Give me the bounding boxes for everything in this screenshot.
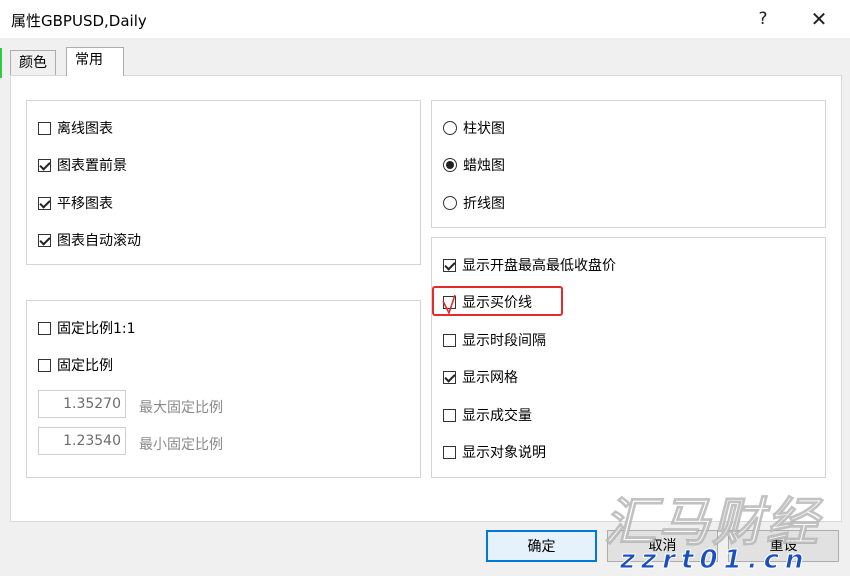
show-grid-checkbox[interactable] bbox=[443, 370, 456, 384]
candlestick-chart-radio[interactable] bbox=[443, 158, 457, 172]
bar-chart-label: 柱状图 bbox=[463, 121, 505, 137]
show-grid-label: 显示网格 bbox=[462, 370, 518, 386]
show-object-descriptions-label: 显示对象说明 bbox=[462, 445, 546, 461]
option-show-object-descriptions[interactable]: 显示对象说明 bbox=[443, 441, 546, 463]
option-chart-foreground[interactable]: 图表置前景 bbox=[38, 154, 127, 176]
title-bar: 属性GBPUSD,Daily ? ✕ bbox=[0, 0, 850, 38]
watermark-url: zzrt01.cn bbox=[620, 545, 810, 576]
option-show-ohlc[interactable]: 显示开盘最高最低收盘价 bbox=[443, 254, 616, 276]
close-button[interactable]: ✕ bbox=[804, 6, 834, 32]
chart-autoscroll-checkbox[interactable] bbox=[38, 233, 51, 247]
min-ratio-label: 最小固定比例 bbox=[139, 437, 223, 453]
option-chart-shift[interactable]: 平移图表 bbox=[38, 192, 113, 214]
option-candlestick-chart[interactable]: 蜡烛图 bbox=[443, 154, 505, 176]
show-period-separators-checkbox[interactable] bbox=[443, 333, 456, 347]
chart-options-group: 离线图表 图表置前景 平移图表 图表自动滚动 bbox=[26, 100, 421, 265]
line-chart-label: 折线图 bbox=[463, 196, 505, 212]
option-show-period-separators[interactable]: 显示时段间隔 bbox=[443, 329, 546, 351]
scale-fix-checkbox[interactable] bbox=[38, 358, 51, 372]
option-scale-fix[interactable]: 固定比例 bbox=[38, 354, 113, 376]
show-period-separators-label: 显示时段间隔 bbox=[462, 333, 546, 349]
left-accent-strip bbox=[0, 48, 2, 78]
show-object-descriptions-checkbox[interactable] bbox=[443, 445, 456, 459]
max-ratio-input[interactable]: 1.35270 bbox=[38, 390, 126, 418]
offline-chart-checkbox[interactable] bbox=[38, 121, 51, 135]
show-volume-label: 显示成交量 bbox=[462, 408, 532, 424]
display-options-group: 显示开盘最高最低收盘价 显示买价线 显示时段间隔 显示网格 显示成交量 显示对象… bbox=[431, 237, 826, 478]
scale-options-group: 固定比例1:1 固定比例 1.35270 最大固定比例 1.23540 最小固定… bbox=[26, 300, 421, 478]
option-show-grid[interactable]: 显示网格 bbox=[443, 366, 518, 388]
show-volume-checkbox[interactable] bbox=[443, 408, 456, 422]
option-chart-autoscroll[interactable]: 图表自动滚动 bbox=[38, 229, 141, 251]
max-ratio-label: 最大固定比例 bbox=[139, 400, 223, 416]
ok-button[interactable]: 确定 bbox=[486, 530, 597, 562]
chart-autoscroll-label: 图表自动滚动 bbox=[57, 233, 141, 249]
red-checkmark-icon bbox=[442, 294, 456, 315]
option-line-chart[interactable]: 折线图 bbox=[443, 192, 505, 214]
scale-fix-label: 固定比例 bbox=[57, 358, 113, 374]
candlestick-chart-label: 蜡烛图 bbox=[463, 158, 505, 174]
tab-colors[interactable]: 颜色 bbox=[10, 50, 56, 76]
bar-chart-radio[interactable] bbox=[443, 121, 457, 135]
help-button[interactable]: ? bbox=[748, 6, 778, 32]
scale-fix-one-label: 固定比例1:1 bbox=[57, 321, 136, 337]
show-ohlc-checkbox[interactable] bbox=[443, 258, 456, 272]
offline-chart-label: 离线图表 bbox=[57, 121, 113, 137]
chart-foreground-label: 图表置前景 bbox=[57, 158, 127, 174]
line-chart-radio[interactable] bbox=[443, 196, 457, 210]
window-title: 属性GBPUSD,Daily bbox=[11, 12, 147, 30]
watermark-brand: 汇马财经 bbox=[603, 493, 821, 554]
chart-shift-checkbox[interactable] bbox=[38, 196, 51, 210]
option-offline-chart[interactable]: 离线图表 bbox=[38, 117, 113, 139]
show-ohlc-label: 显示开盘最高最低收盘价 bbox=[462, 258, 616, 274]
option-bar-chart[interactable]: 柱状图 bbox=[443, 117, 505, 139]
scale-fix-one-checkbox[interactable] bbox=[38, 321, 51, 335]
chart-shift-label: 平移图表 bbox=[57, 196, 113, 212]
option-show-volume[interactable]: 显示成交量 bbox=[443, 404, 532, 426]
chart-foreground-checkbox[interactable] bbox=[38, 158, 51, 172]
option-scale-fix-one[interactable]: 固定比例1:1 bbox=[38, 317, 136, 339]
chart-type-group: 柱状图 蜡烛图 折线图 bbox=[431, 100, 826, 228]
tab-common[interactable]: 常用 bbox=[66, 47, 124, 76]
min-ratio-input[interactable]: 1.23540 bbox=[38, 427, 126, 455]
